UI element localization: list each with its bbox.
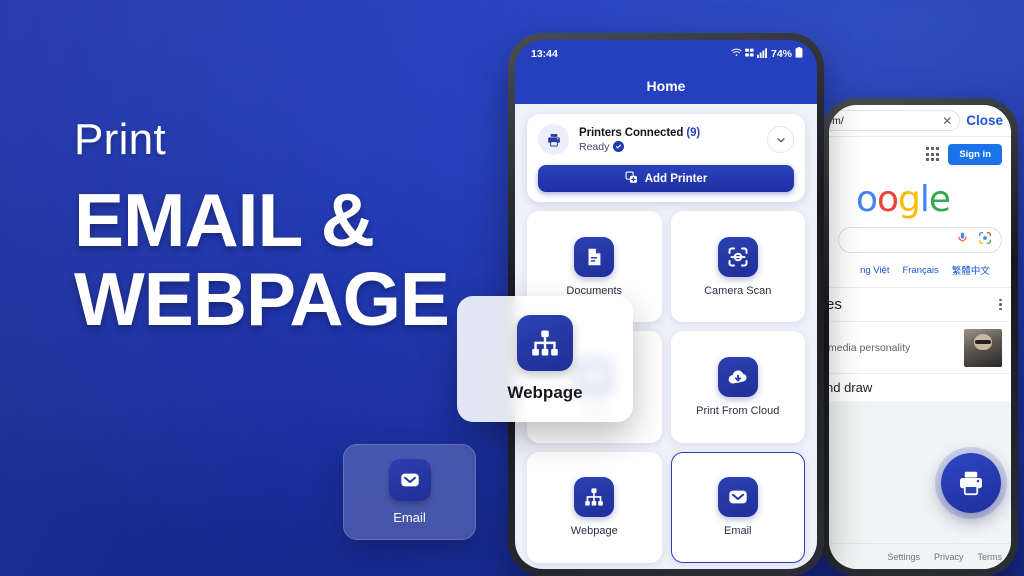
language-links: ng Việt Français 繁體中文 <box>829 253 1011 287</box>
url-bar[interactable]: com/ ✕ <box>829 110 961 131</box>
tile-webpage[interactable]: Webpage <box>527 451 662 563</box>
cloud-download-icon <box>717 356 758 397</box>
google-search-box[interactable] <box>838 227 1002 253</box>
footer-link-settings[interactable]: Settings <box>887 552 920 562</box>
tile-camera-scan[interactable]: Camera Scan <box>670 211 805 323</box>
news-secondary-text: nd draw <box>829 380 873 395</box>
news-section-header: es <box>829 287 1011 321</box>
printer-card-header: Printers Connected (9) Ready <box>538 124 794 155</box>
add-printer-button[interactable]: Add Printer <box>538 165 794 192</box>
printer-icon <box>538 124 569 155</box>
floating-email-card[interactable]: Email <box>343 444 476 540</box>
tile-label: Camera Scan <box>704 284 772 297</box>
check-badge-icon <box>613 141 625 152</box>
kebab-menu-icon[interactable] <box>999 298 1002 311</box>
browser-toolbar: com/ ✕ Close <box>829 105 1011 137</box>
add-box-icon <box>625 171 638 187</box>
document-icon <box>574 236 615 277</box>
chevron-down-icon[interactable] <box>767 126 794 153</box>
phone-right-screen: com/ ✕ Close Sign in oogle ng Việt Franç… <box>829 105 1011 569</box>
headline-kicker: Print <box>74 115 166 164</box>
tile-label: Email <box>723 525 752 538</box>
status-bar-indicators: 74% <box>731 47 803 61</box>
printers-count: (9) <box>686 126 701 139</box>
printer-icon <box>960 471 982 496</box>
tile-label: Webpage <box>570 525 618 538</box>
browser-close-button[interactable]: Close <box>966 113 1003 128</box>
printer-status-text: Ready <box>579 140 610 153</box>
sitemap-icon <box>517 315 573 371</box>
printers-title-text: Printers Connected <box>579 126 684 139</box>
google-lens-icon[interactable] <box>978 231 992 250</box>
footer-link-terms[interactable]: Terms <box>978 552 1003 562</box>
floating-webpage-label: Webpage <box>507 383 583 402</box>
printer-status-row: Ready <box>579 141 757 153</box>
status-bar-time: 13:44 <box>531 48 558 60</box>
floating-webpage-card[interactable]: Webpage <box>457 296 633 422</box>
add-printer-label: Add Printer <box>644 172 708 185</box>
url-text: com/ <box>829 114 844 127</box>
scan-frame-icon <box>717 236 758 277</box>
grid-apps-icon[interactable] <box>925 147 940 161</box>
footer-link-privacy[interactable]: Privacy <box>934 552 964 562</box>
tile-email[interactable]: Email <box>670 451 805 563</box>
vowifi-icon <box>745 48 754 61</box>
news-card-secondary[interactable]: nd draw <box>829 373 1011 401</box>
signal-icon <box>756 47 767 61</box>
language-link[interactable]: Français <box>902 265 938 276</box>
printers-connected-card[interactable]: Printers Connected (9) Ready Add Printer <box>527 114 805 202</box>
headline-line-1: EMAIL & <box>74 178 375 262</box>
sign-in-button[interactable]: Sign in <box>948 143 1002 165</box>
tile-label: Documents <box>566 284 623 297</box>
news-card[interactable]: media personality <box>829 321 1011 373</box>
envelope-icon <box>717 477 758 518</box>
phone-right-device: com/ ✕ Close Sign in oogle ng Việt Franç… <box>822 98 1018 576</box>
google-footer: Settings Privacy Terms <box>829 543 1011 569</box>
printers-connected-title: Printers Connected (9) <box>579 127 757 139</box>
close-icon[interactable]: ✕ <box>942 115 952 127</box>
tile-print-from-cloud[interactable]: Print From Cloud <box>670 331 805 443</box>
microphone-icon[interactable] <box>956 231 969 249</box>
news-section-title: es <box>829 296 842 313</box>
language-link[interactable]: ng Việt <box>860 265 889 276</box>
status-bar: 13:44 74% <box>515 40 817 68</box>
sitemap-icon <box>574 477 615 518</box>
news-card-description: media personality <box>829 341 911 354</box>
news-thumbnail <box>964 328 1002 367</box>
battery-icon <box>795 47 803 61</box>
tile-label: Print From Cloud <box>696 404 780 417</box>
wifi-icon <box>731 47 742 61</box>
language-link[interactable]: 繁體中文 <box>952 263 990 277</box>
envelope-icon <box>388 459 431 501</box>
print-fab-button[interactable] <box>941 453 1001 513</box>
printer-card-text: Printers Connected (9) Ready <box>579 127 757 153</box>
floating-email-label: Email <box>393 510 426 525</box>
app-title: Home <box>646 78 686 94</box>
battery-percent: 74% <box>770 48 792 60</box>
google-logo: oogle <box>855 178 951 220</box>
google-header: Sign in <box>829 137 1011 171</box>
